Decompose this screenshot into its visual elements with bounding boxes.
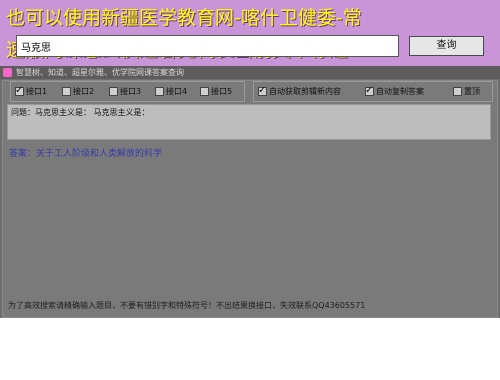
interface-group: 接口1 接口2 接口3 接口4 接口5	[10, 81, 245, 102]
checkbox-box	[453, 87, 462, 96]
checkbox-box	[155, 87, 164, 96]
status-text: 为了高效搜索请精确输入题目，不要有错别字和特殊符号！不出结果换接口，失效联系QQ…	[8, 301, 366, 310]
interface-1-label: 接口1	[26, 87, 48, 96]
interface-1-checkbox[interactable]: 接口1	[15, 85, 48, 98]
checkbox-box	[15, 85, 24, 97]
auto-get-label: 自动获取剪辑新内容	[269, 87, 341, 96]
app-icon	[3, 68, 12, 77]
interface-2-checkbox[interactable]: 接口2	[62, 86, 94, 98]
settings-group: 自动获取剪辑新内容 自动复制答案 置顶	[253, 81, 493, 102]
window-title: 智慧树、知道、超星尔雅、优学院网课答案查询	[16, 68, 184, 77]
checkbox-box	[258, 85, 267, 97]
checkbox-box	[62, 87, 71, 96]
title-bar[interactable]: 智慧树、知道、超星尔雅、优学院网课答案查询	[0, 66, 500, 79]
interface-4-label: 接口4	[166, 87, 188, 96]
interface-5-label: 接口5	[211, 87, 233, 96]
checkbox-box	[109, 87, 118, 96]
answer-text[interactable]: 答案：关于工人阶级和人类解放的科学	[9, 146, 162, 159]
pin-top-checkbox[interactable]: 置顶	[453, 86, 480, 98]
interface-2-label: 接口2	[73, 87, 95, 96]
search-input[interactable]	[16, 35, 399, 57]
checkbox-box	[365, 85, 374, 97]
auto-copy-checkbox[interactable]: 自动复制答案	[365, 85, 424, 98]
interface-4-checkbox[interactable]: 接口4	[155, 86, 187, 98]
overlay-banner: 也可以使用新疆医学教育网-喀什卫健委-常 速版网课怎么快速看完代表当前文章标题	[0, 0, 500, 68]
banner-line-1: 也可以使用新疆医学教育网-喀什卫健委-常	[6, 7, 362, 29]
interface-5-checkbox[interactable]: 接口5	[200, 86, 232, 98]
interface-3-label: 接口3	[120, 87, 142, 96]
interface-3-checkbox[interactable]: 接口3	[109, 86, 141, 98]
checkbox-box	[200, 87, 209, 96]
question-text[interactable]: 问题：马克思主义是： 马克思主义是：	[7, 104, 491, 140]
result-area: 问题：马克思主义是： 马克思主义是： 答案：关于工人阶级和人类解放的科学	[7, 104, 491, 240]
auto-copy-label: 自动复制答案	[376, 87, 424, 96]
query-button[interactable]: 查询	[409, 36, 484, 56]
auto-get-checkbox[interactable]: 自动获取剪辑新内容	[258, 85, 341, 98]
pin-top-label: 置顶	[464, 87, 480, 96]
